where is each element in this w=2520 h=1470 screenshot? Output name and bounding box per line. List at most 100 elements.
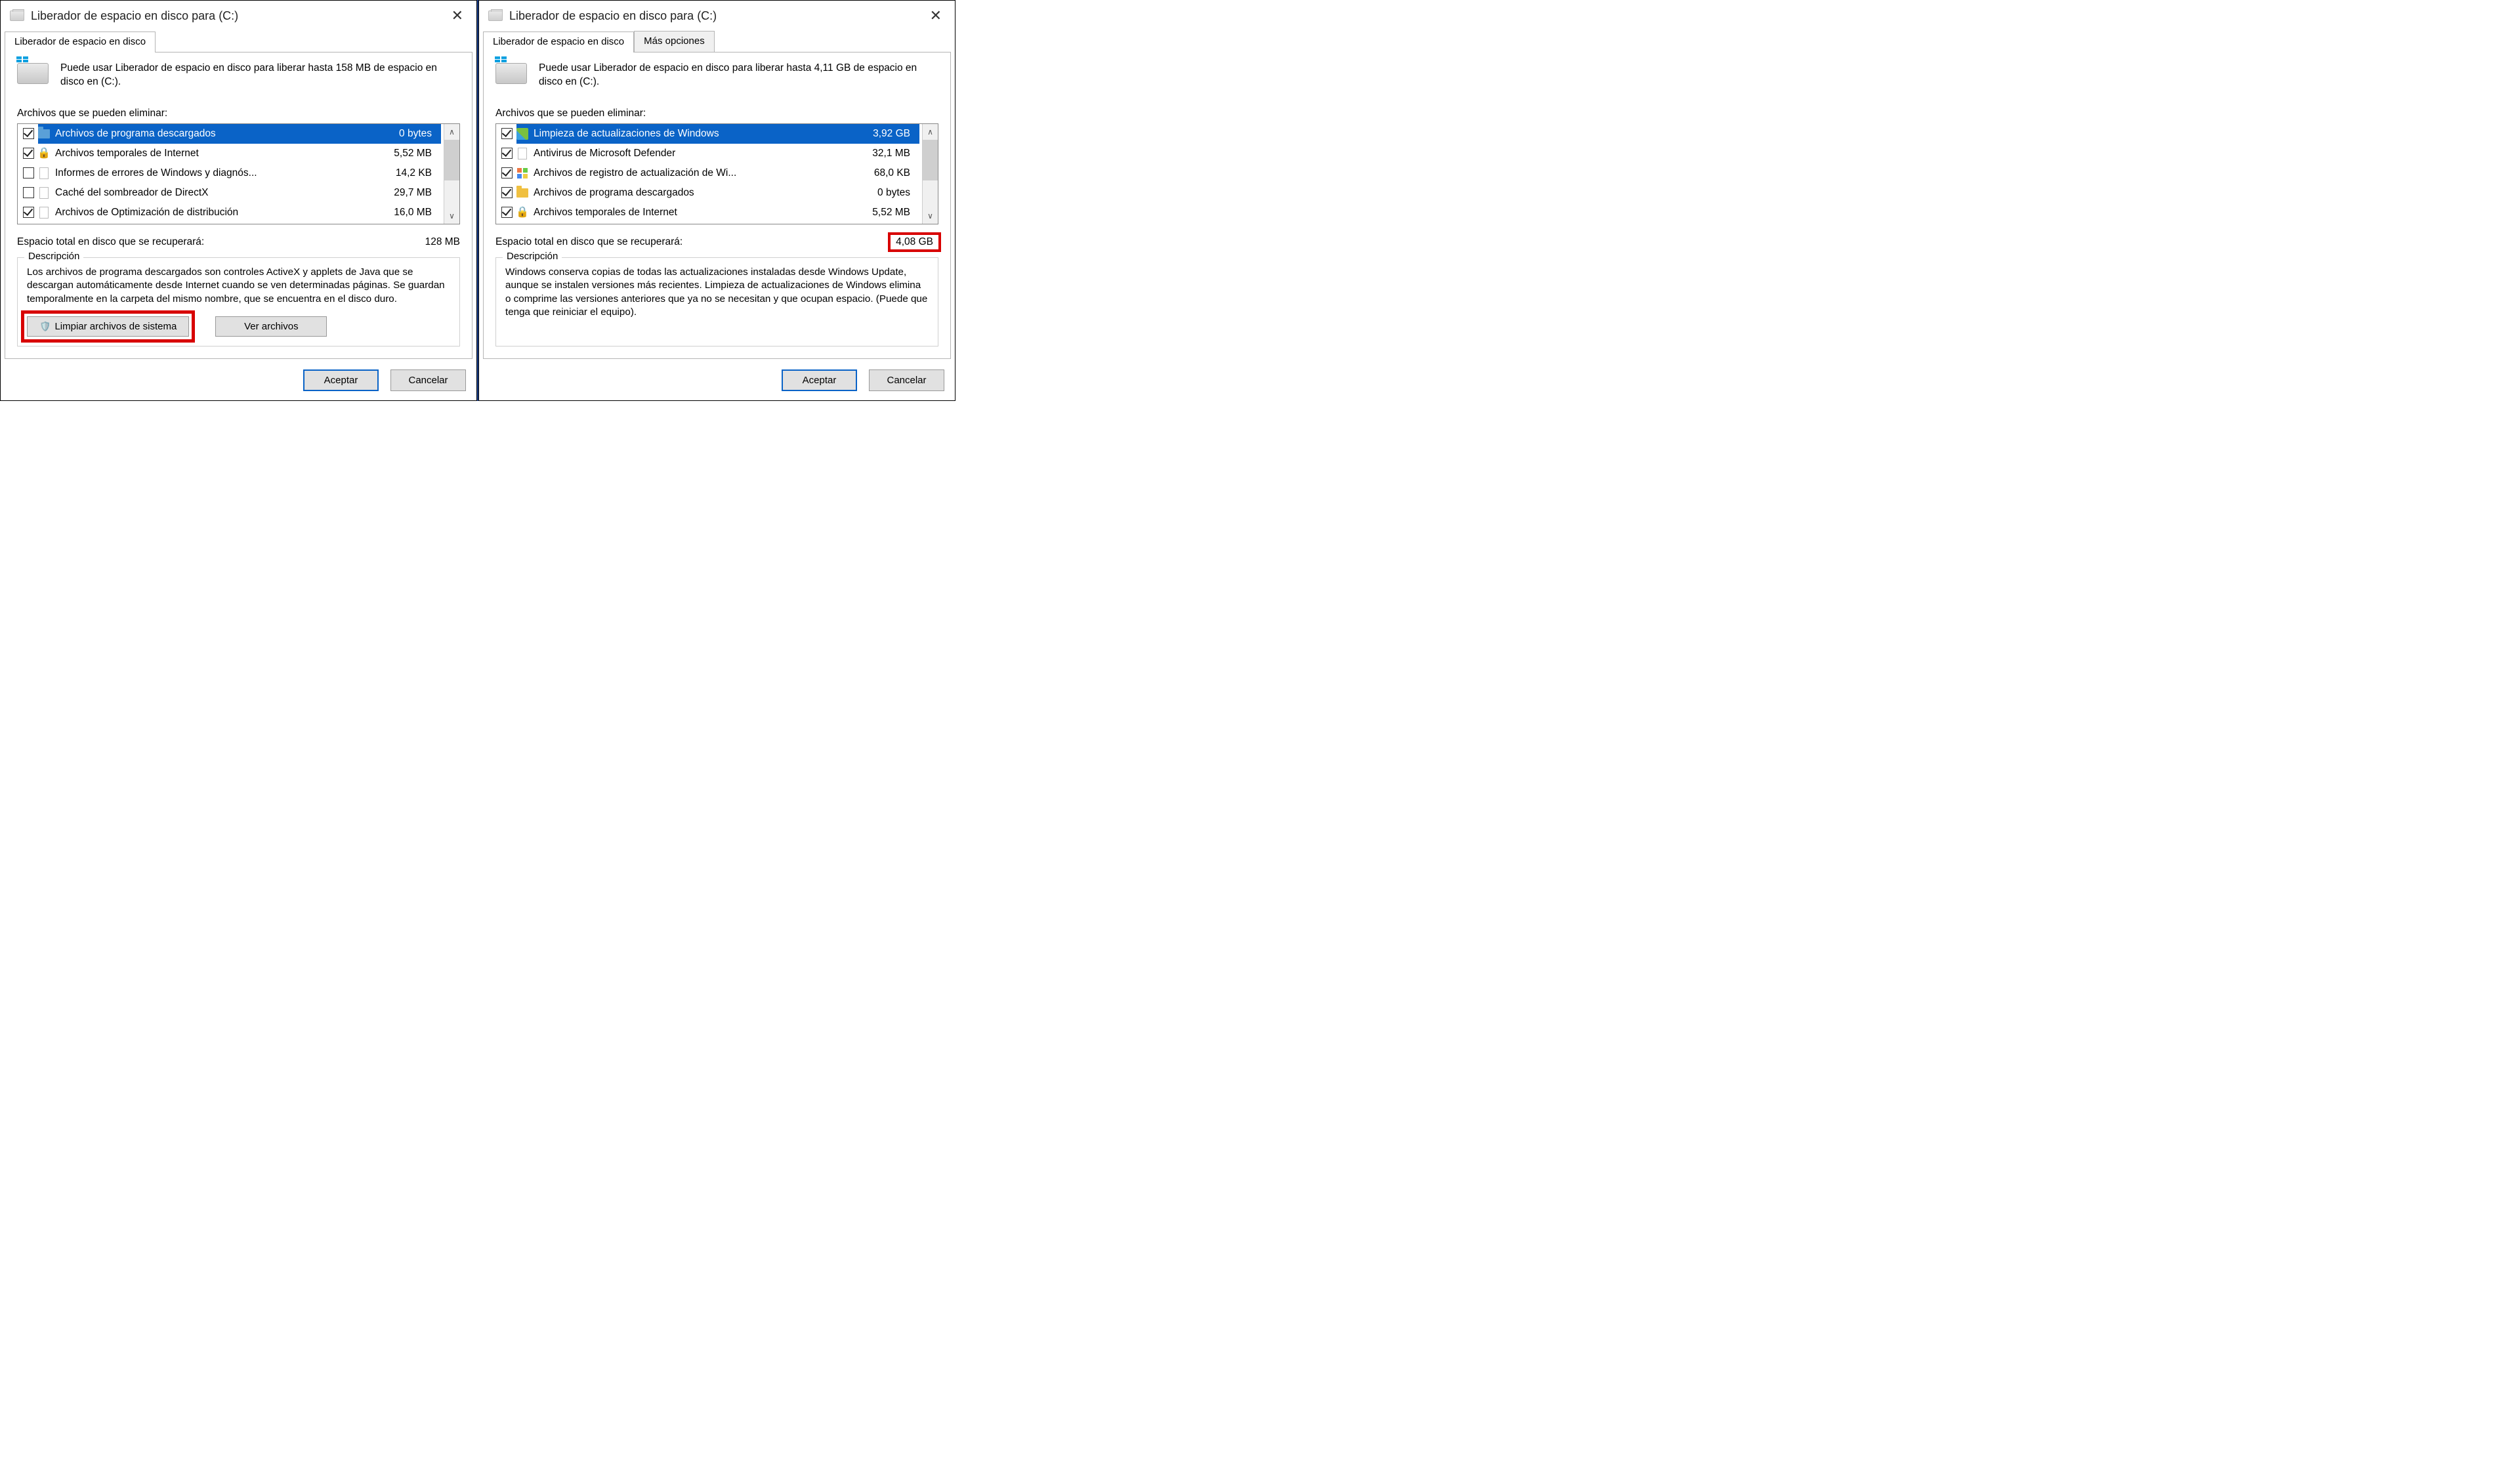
ok-button[interactable]: Aceptar	[782, 369, 857, 391]
item-name: Archivos de programa descargados	[55, 128, 394, 140]
total-row: Espacio total en disco que se recuperará…	[17, 236, 460, 248]
total-row: Espacio total en disco que se recuperará…	[495, 236, 938, 248]
scrollbar[interactable]: ∧ ∨	[444, 124, 459, 224]
close-icon[interactable]: ✕	[448, 7, 467, 24]
item-name: Archivos de programa descargados	[534, 187, 872, 199]
folder-icon	[516, 186, 528, 200]
checkbox[interactable]	[23, 187, 34, 198]
titlebar: Liberador de espacio en disco para (C:) …	[1, 1, 476, 28]
list-item[interactable]: Archivos de Optimización de distribución…	[18, 203, 444, 222]
list-item[interactable]: Archivos de registro de actualización de…	[496, 163, 922, 183]
item-name: Caché del sombreador de DirectX	[55, 187, 388, 199]
total-label: Espacio total en disco que se recuperará…	[495, 236, 682, 248]
item-name: Archivos temporales de Internet	[55, 148, 388, 159]
scroll-up-icon[interactable]: ∧	[923, 124, 938, 140]
scroll-thumb[interactable]	[444, 140, 459, 180]
item-name: Archivos temporales de Internet	[534, 207, 867, 219]
files-to-delete-label: Archivos que se pueden eliminar:	[495, 108, 938, 119]
tab-strip: Liberador de espacio en disco	[1, 31, 476, 52]
close-icon[interactable]: ✕	[926, 7, 946, 24]
scroll-thumb[interactable]	[923, 140, 938, 180]
broom-icon	[516, 127, 528, 140]
titlebar: Liberador de espacio en disco para (C:) …	[479, 1, 955, 28]
item-size: 0 bytes	[877, 187, 915, 199]
files-to-delete-label: Archivos que se pueden eliminar:	[17, 108, 460, 119]
list-item[interactable]: 🔒 Archivos temporales de Internet 5,52 M…	[18, 144, 444, 163]
list-item[interactable]: Antivirus de Microsoft Defender 32,1 MB	[496, 144, 922, 163]
scroll-down-icon[interactable]: ∨	[444, 208, 459, 224]
checkbox[interactable]	[501, 207, 513, 218]
list-item[interactable]: Limpieza de actualizaciones de Windows 3…	[496, 124, 922, 144]
tab-disk-cleanup[interactable]: Liberador de espacio en disco	[5, 32, 156, 52]
scroll-down-icon[interactable]: ∨	[923, 208, 938, 224]
list-item[interactable]: Caché del sombreador de DirectX 29,7 MB	[18, 183, 444, 203]
checkbox[interactable]	[501, 148, 513, 159]
item-size: 68,0 KB	[874, 167, 915, 179]
view-files-button[interactable]: Ver archivos	[215, 316, 327, 337]
checkbox[interactable]	[501, 128, 513, 139]
list-item[interactable]: 🔒 Archivos temporales de Internet 5,52 M…	[496, 203, 922, 222]
description-group: Descripción Los archivos de programa des…	[17, 257, 460, 347]
page-icon	[38, 167, 50, 180]
view-files-label: Ver archivos	[244, 321, 299, 332]
description-text: Los archivos de programa descargados son…	[27, 266, 450, 306]
tab-panel: Puede usar Liberador de espacio en disco…	[483, 52, 951, 359]
checkbox[interactable]	[23, 207, 34, 218]
intro-row: Puede usar Liberador de espacio en disco…	[17, 62, 460, 89]
item-size: 32,1 MB	[872, 148, 915, 159]
list-item[interactable]: Archivos de programa descargados 0 bytes	[496, 183, 922, 203]
lock-icon: 🔒	[516, 206, 528, 219]
tab-more-options[interactable]: Más opciones	[634, 31, 715, 52]
clean-system-files-button[interactable]: 🛡️ Limpiar archivos de sistema	[27, 316, 189, 337]
intro-row: Puede usar Liberador de espacio en disco…	[495, 62, 938, 89]
page-icon	[516, 147, 528, 160]
item-name: Limpieza de actualizaciones de Windows	[534, 128, 868, 140]
page-icon	[38, 206, 50, 219]
disk-cleanup-icon	[495, 63, 527, 84]
shield-icon: 🛡️	[39, 321, 51, 332]
clean-system-highlight: 🛡️ Limpiar archivos de sistema	[21, 310, 195, 343]
scroll-track[interactable]	[923, 140, 938, 208]
scroll-up-icon[interactable]: ∧	[444, 124, 459, 140]
file-list-items: Limpieza de actualizaciones de Windows 3…	[496, 124, 922, 224]
ok-button[interactable]: Aceptar	[303, 369, 379, 391]
file-list: Archivos de programa descargados 0 bytes…	[17, 123, 460, 224]
window-title: Liberador de espacio en disco para (C:)	[509, 9, 919, 23]
intro-text: Puede usar Liberador de espacio en disco…	[60, 62, 460, 89]
intro-text: Puede usar Liberador de espacio en disco…	[539, 62, 938, 89]
cancel-button[interactable]: Cancelar	[869, 369, 944, 391]
item-size: 14,2 KB	[396, 167, 437, 179]
item-size: 3,92 GB	[873, 128, 915, 140]
description-legend: Descripción	[503, 251, 562, 262]
item-name: Antivirus de Microsoft Defender	[534, 148, 867, 159]
checkbox[interactable]	[501, 187, 513, 198]
total-value: 128 MB	[425, 236, 460, 248]
clean-system-label: Limpiar archivos de sistema	[54, 321, 177, 332]
checkbox[interactable]	[23, 128, 34, 139]
file-list-items: Archivos de programa descargados 0 bytes…	[18, 124, 444, 224]
item-size: 0 bytes	[399, 128, 437, 140]
tab-strip: Liberador de espacio en disco Más opcion…	[479, 31, 955, 52]
description-legend: Descripción	[24, 251, 83, 262]
scrollbar[interactable]: ∧ ∨	[922, 124, 938, 224]
checkbox[interactable]	[501, 167, 513, 178]
tab-disk-cleanup[interactable]: Liberador de espacio en disco	[483, 32, 634, 52]
item-name: Archivos de registro de actualización de…	[534, 167, 869, 179]
total-value: 4,08 GB	[888, 232, 941, 252]
checkbox[interactable]	[23, 148, 34, 159]
disk-cleanup-dialog-right: Liberador de espacio en disco para (C:) …	[478, 0, 956, 401]
cancel-button[interactable]: Cancelar	[390, 369, 466, 391]
description-group: Descripción Windows conserva copias de t…	[495, 257, 938, 347]
scroll-track[interactable]	[444, 140, 459, 208]
disk-cleanup-icon	[17, 63, 49, 84]
file-list: Limpieza de actualizaciones de Windows 3…	[495, 123, 938, 224]
item-size: 5,52 MB	[872, 207, 915, 219]
description-buttons: 🛡️ Limpiar archivos de sistema Ver archi…	[27, 316, 450, 337]
description-text: Windows conserva copias de todas las act…	[505, 266, 929, 337]
drive-icon	[488, 10, 503, 21]
checkbox[interactable]	[23, 167, 34, 178]
list-item[interactable]: Informes de errores de Windows y diagnós…	[18, 163, 444, 183]
page-icon	[38, 186, 50, 200]
list-item[interactable]: Archivos de programa descargados 0 bytes	[18, 124, 444, 144]
item-size: 16,0 MB	[394, 207, 437, 219]
